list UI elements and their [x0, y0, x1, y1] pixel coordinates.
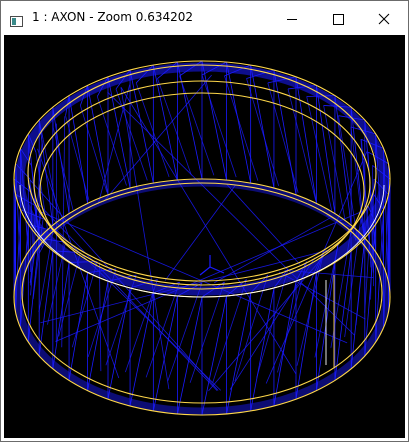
minimize-icon	[287, 19, 297, 20]
maximize-icon	[333, 14, 344, 25]
title-bar[interactable]: 1 : AXON - Zoom 0.634202	[1, 1, 408, 35]
app-window: 1 : AXON - Zoom 0.634202	[0, 0, 409, 442]
maximize-button[interactable]	[315, 1, 361, 35]
close-button[interactable]	[361, 1, 407, 35]
app-icon	[10, 12, 23, 27]
window-title: 1 : AXON - Zoom 0.634202	[32, 10, 194, 24]
ring-wireframe-render	[13, 60, 391, 416]
axis-triad-icon	[199, 255, 225, 276]
3d-viewport[interactable]	[4, 35, 405, 438]
close-icon	[378, 13, 390, 25]
minimize-button[interactable]	[269, 1, 315, 35]
